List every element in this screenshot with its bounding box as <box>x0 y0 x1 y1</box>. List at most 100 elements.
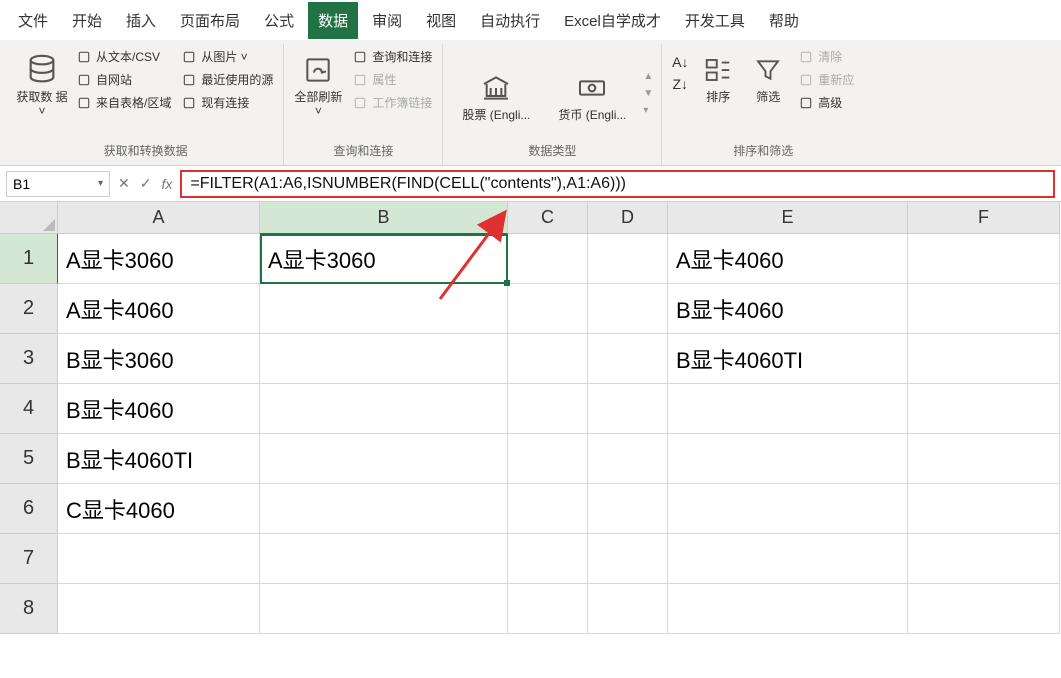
ribbon-small-grid[interactable]: 来自表格/区域 <box>74 92 173 113</box>
ribbon-small-reapply[interactable]: 重新应 <box>796 69 856 90</box>
cell-F1[interactable] <box>908 234 1060 284</box>
cell-A6[interactable]: C显卡4060 <box>58 484 260 534</box>
ribbon-small-image[interactable]: 从图片 ˅ <box>179 46 275 67</box>
cell-E8[interactable] <box>668 584 908 634</box>
cell-D2[interactable] <box>588 284 668 334</box>
ribbon-small-prop[interactable]: 属性 <box>350 69 434 90</box>
menu-item-5[interactable]: 数据 <box>308 2 358 39</box>
col-header-A[interactable]: A <box>58 202 260 234</box>
menu-item-8[interactable]: 自动执行 <box>470 2 550 39</box>
cell-B7[interactable] <box>260 534 508 584</box>
cell-E4[interactable] <box>668 384 908 434</box>
ribbon-small-wblink[interactable]: 工作簿链接 <box>350 92 434 113</box>
accept-formula-icon[interactable]: ✓ <box>138 175 154 192</box>
cell-C4[interactable] <box>508 384 588 434</box>
cell-B5[interactable] <box>260 434 508 484</box>
cell-A8[interactable] <box>58 584 260 634</box>
menu-item-10[interactable]: 开发工具 <box>675 2 755 39</box>
row-header-1[interactable]: 1 <box>0 234 58 284</box>
cell-D4[interactable] <box>588 384 668 434</box>
cell-D8[interactable] <box>588 584 668 634</box>
ribbon-small-conn[interactable]: 查询和连接 <box>350 46 434 67</box>
fx-button[interactable]: fx <box>159 176 174 192</box>
cell-B8[interactable] <box>260 584 508 634</box>
cell-D6[interactable] <box>588 484 668 534</box>
ribbon-small-clear[interactable]: 清除 <box>796 46 856 67</box>
col-header-B[interactable]: B <box>260 202 508 234</box>
menu-item-3[interactable]: 页面布局 <box>170 2 250 39</box>
sort-desc-button[interactable]: Z↓ <box>670 74 690 94</box>
cell-E6[interactable] <box>668 484 908 534</box>
cell-C6[interactable] <box>508 484 588 534</box>
row-header-2[interactable]: 2 <box>0 284 58 334</box>
ribbon-small-recent[interactable]: 最近使用的源 <box>179 69 275 90</box>
ribbon-small-adv[interactable]: 高级 <box>796 92 856 113</box>
cell-A2[interactable]: A显卡4060 <box>58 284 260 334</box>
refresh-all-button[interactable]: 全部刷新 ˅ <box>292 46 344 140</box>
ribbon-small-globe[interactable]: 自网站 <box>74 69 173 90</box>
row-header-5[interactable]: 5 <box>0 434 58 484</box>
cell-A5[interactable]: B显卡4060TI <box>58 434 260 484</box>
name-box[interactable]: B1 ▾ <box>6 171 110 197</box>
cell-F4[interactable] <box>908 384 1060 434</box>
cell-E7[interactable] <box>668 534 908 584</box>
cell-F6[interactable] <box>908 484 1060 534</box>
cancel-formula-icon[interactable]: ✕ <box>116 175 132 192</box>
row-header-4[interactable]: 4 <box>0 384 58 434</box>
cell-C5[interactable] <box>508 434 588 484</box>
menu-item-7[interactable]: 视图 <box>416 2 466 39</box>
cell-A1[interactable]: A显卡3060 <box>58 234 260 284</box>
row-header-7[interactable]: 7 <box>0 534 58 584</box>
scroll-up-icon[interactable]: ▲ <box>643 71 653 82</box>
cell-D3[interactable] <box>588 334 668 384</box>
cell-F5[interactable] <box>908 434 1060 484</box>
cell-A3[interactable]: B显卡3060 <box>58 334 260 384</box>
menu-item-9[interactable]: Excel自学成才 <box>554 2 671 39</box>
cell-A4[interactable]: B显卡4060 <box>58 384 260 434</box>
cell-F3[interactable] <box>908 334 1060 384</box>
row-header-3[interactable]: 3 <box>0 334 58 384</box>
cell-D5[interactable] <box>588 434 668 484</box>
select-all-corner[interactable] <box>0 202 58 234</box>
menu-item-1[interactable]: 开始 <box>62 2 112 39</box>
scroll-more-icon[interactable]: ▾ <box>643 105 653 116</box>
cell-B2[interactable] <box>260 284 508 334</box>
cell-F8[interactable] <box>908 584 1060 634</box>
currency-button[interactable]: 货币 (Engli... <box>547 64 637 122</box>
ribbon-small-link[interactable]: 现有连接 <box>179 92 275 113</box>
cell-F2[interactable] <box>908 284 1060 334</box>
cell-C8[interactable] <box>508 584 588 634</box>
row-header-8[interactable]: 8 <box>0 584 58 634</box>
menu-item-2[interactable]: 插入 <box>116 2 166 39</box>
cell-C2[interactable] <box>508 284 588 334</box>
get-data-button[interactable]: 获取数 据 ˅ <box>16 46 68 140</box>
cell-B4[interactable] <box>260 384 508 434</box>
cell-E1[interactable]: A显卡4060 <box>668 234 908 284</box>
scroll-down-icon[interactable]: ▼ <box>643 88 653 99</box>
row-header-6[interactable]: 6 <box>0 484 58 534</box>
sort-asc-button[interactable]: A↓ <box>670 52 690 72</box>
cell-A7[interactable] <box>58 534 260 584</box>
cell-C7[interactable] <box>508 534 588 584</box>
menu-item-0[interactable]: 文件 <box>8 2 58 39</box>
col-header-C[interactable]: C <box>508 202 588 234</box>
cell-D1[interactable] <box>588 234 668 284</box>
col-header-F[interactable]: F <box>908 202 1060 234</box>
cell-E2[interactable]: B显卡4060 <box>668 284 908 334</box>
cell-E5[interactable] <box>668 434 908 484</box>
cell-B1[interactable]: A显卡3060 <box>260 234 508 284</box>
cell-C1[interactable] <box>508 234 588 284</box>
menu-item-6[interactable]: 审阅 <box>362 2 412 39</box>
ribbon-small-file[interactable]: 从文本/CSV <box>74 46 173 67</box>
cell-F7[interactable] <box>908 534 1060 584</box>
cell-E3[interactable]: B显卡4060TI <box>668 334 908 384</box>
cell-B3[interactable] <box>260 334 508 384</box>
stocks-button[interactable]: 股票 (Engli... <box>451 64 541 122</box>
menu-item-11[interactable]: 帮助 <box>759 2 809 39</box>
col-header-D[interactable]: D <box>588 202 668 234</box>
cell-C3[interactable] <box>508 334 588 384</box>
menu-item-4[interactable]: 公式 <box>254 2 304 39</box>
cell-B6[interactable] <box>260 484 508 534</box>
col-header-E[interactable]: E <box>668 202 908 234</box>
name-box-dropdown-icon[interactable]: ▾ <box>98 178 103 189</box>
